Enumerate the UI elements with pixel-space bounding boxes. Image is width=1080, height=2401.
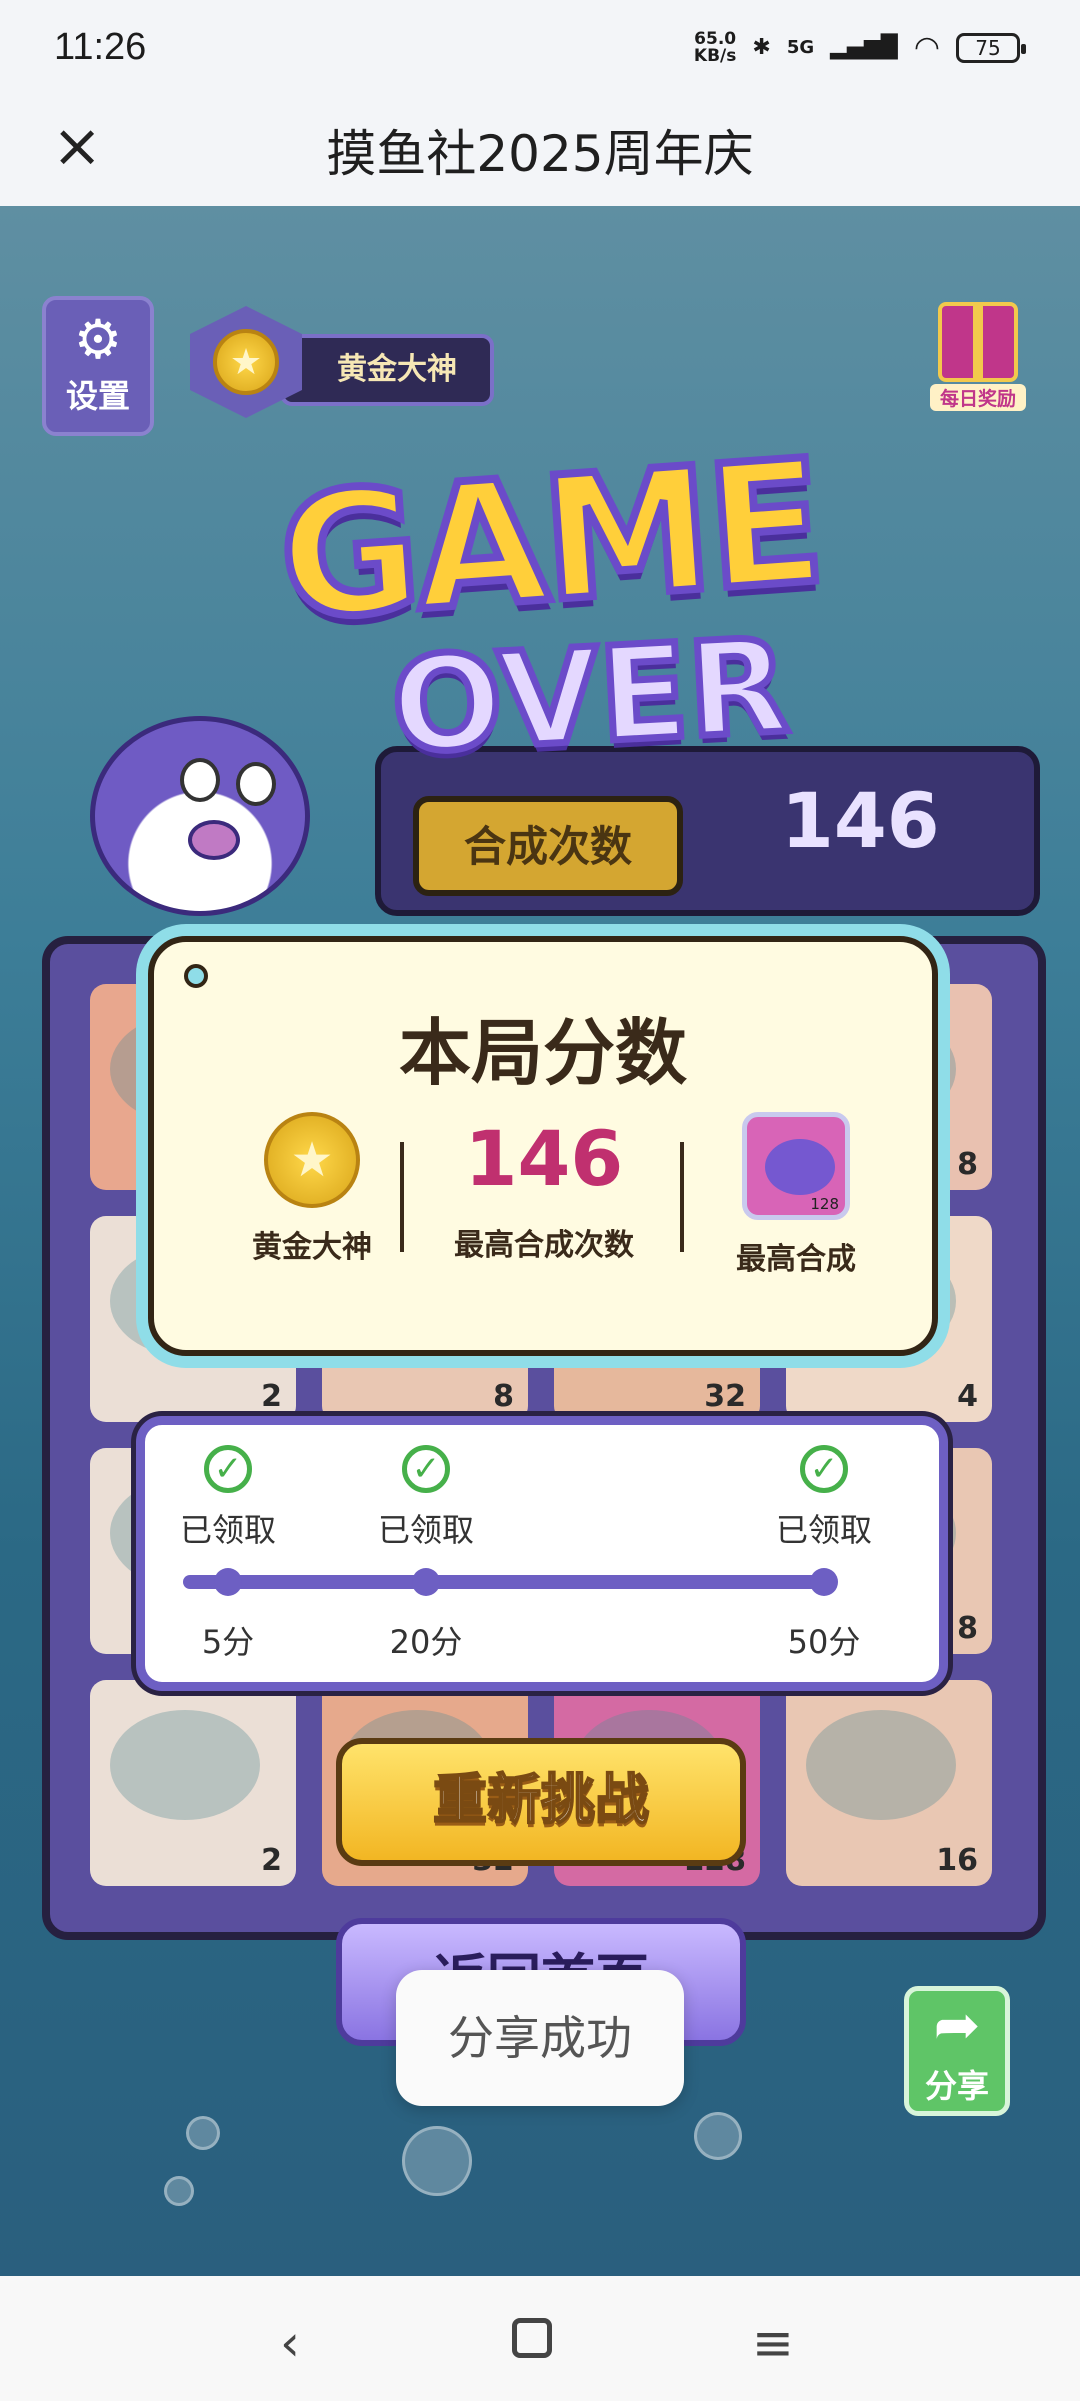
score-max-merge-column: 128 最高合成: [666, 1112, 926, 1278]
column-divider: [400, 1142, 404, 1252]
progress-knob: [810, 1568, 838, 1596]
milestone-points: 5分: [201, 1623, 255, 1661]
max-merge-tile-value: 128: [810, 1195, 839, 1213]
check-icon: ✓: [402, 1445, 450, 1493]
reward-progress: ✓ 已领取 ✓ 已领取 ✓ 已领取 5分 20分 50分: [136, 1416, 948, 1691]
pufferfish-icon: [765, 1139, 835, 1195]
milestone-20[interactable]: ✓ 已领取: [351, 1445, 501, 1551]
retry-button[interactable]: 重新挑战: [336, 1738, 746, 1866]
max-merge-tile: 128: [742, 1112, 850, 1220]
milestone-status: 已领取: [377, 1511, 474, 1549]
net-speed-value: 65.0: [694, 28, 737, 49]
check-icon: ✓: [204, 1445, 252, 1493]
progress-knob: [214, 1568, 242, 1596]
score-merges-column: 146 最高合成次数: [414, 1112, 674, 1264]
system-nav-bar: ‹ ≡: [0, 2276, 1080, 2401]
settings-button[interactable]: ⚙ 设置: [42, 296, 154, 436]
bubble-decoration: [164, 2176, 194, 2206]
max-merges-label: 最高合成次数: [454, 1228, 634, 1263]
battery-icon: 75: [956, 32, 1026, 63]
menu-icon[interactable]: ≡: [752, 2314, 794, 2372]
tile-value: 32: [704, 1379, 746, 1414]
back-icon[interactable]: ‹: [280, 2314, 300, 2372]
milestone-50[interactable]: ✓ 已领取: [749, 1445, 899, 1551]
gear-icon: ⚙: [73, 308, 123, 371]
board-tile: 2: [90, 1680, 296, 1886]
max-merges-value: 146: [464, 1114, 624, 1203]
game-area: ⚙ 设置 黄金大神 ★ 每日奖励 合成次数 146 GAME OVER 8 2 8 3…: [0, 206, 1080, 2276]
max-merge-label: 最高合成: [736, 1242, 856, 1277]
toast-message: 分享成功: [396, 1970, 684, 2106]
progress-track: [183, 1575, 833, 1589]
rank-title: 黄金大神: [280, 334, 494, 406]
home-icon[interactable]: [512, 2318, 552, 2358]
share-arrow-icon: ➦: [933, 1993, 981, 2058]
pufferfish-mouth: [188, 820, 240, 860]
rank-badge: 黄金大神 ★: [190, 306, 510, 418]
net-speed-unit: KB/s: [693, 45, 737, 66]
tile-value: 8: [957, 1611, 978, 1646]
score-card-heading: 本局分数: [398, 1011, 687, 1095]
network-label: 5G: [786, 37, 815, 58]
title-bar: × 摸鱼社2025周年庆: [0, 100, 1080, 206]
card-rivet: [184, 964, 208, 988]
tile-value: 8: [493, 1379, 514, 1414]
page-title: 摸鱼社2025周年庆: [326, 125, 754, 183]
bubble-decoration: [694, 2112, 742, 2160]
bluetooth-icon: ✱: [752, 35, 771, 60]
wifi-icon: ◠: [913, 30, 940, 65]
merge-counter-label: 合成次数: [413, 796, 683, 896]
net-speed: 65.0 KB/s: [693, 28, 737, 66]
milestone-status: 已领取: [179, 1511, 276, 1549]
settings-label: 设置: [65, 377, 130, 415]
check-icon: ✓: [800, 1445, 848, 1493]
tile-value: 16: [936, 1843, 978, 1878]
tile-value: 2: [261, 1843, 282, 1878]
status-icons: 65.0 KB/s ✱ 5G ▂▄▆█ ◠ 75: [693, 28, 1026, 66]
tile-value: 2: [261, 1379, 282, 1414]
tile-value: 4: [957, 1379, 978, 1414]
gift-icon: [938, 302, 1018, 382]
game-over-logo: GAME OVER: [200, 419, 900, 796]
share-button[interactable]: ➦ 分享: [904, 1986, 1010, 2116]
milestone-points: 20分: [389, 1623, 463, 1661]
gold-medal-icon: ★: [264, 1112, 360, 1208]
signal-icon: ▂▄▆█: [830, 35, 898, 60]
board-tile: 16: [786, 1680, 992, 1886]
fish-icon: [806, 1710, 956, 1820]
share-label: 分享: [924, 2067, 989, 2105]
milestone-status: 已领取: [775, 1511, 872, 1549]
milestone-5[interactable]: ✓ 已领取: [153, 1445, 303, 1551]
bubble-decoration: [402, 2126, 472, 2196]
fish-icon: [110, 1710, 260, 1820]
score-card: 本局分数 ★ 黄金大神 146 最高合成次数 128 最高合成: [148, 936, 938, 1356]
progress-knob: [412, 1568, 440, 1596]
tile-value: 8: [957, 1147, 978, 1182]
bubble-decoration: [186, 2116, 220, 2150]
daily-reward-label: 每日奖励: [930, 384, 1026, 411]
status-bar: 11:26 65.0 KB/s ✱ 5G ▂▄▆█ ◠ 75: [0, 0, 1080, 100]
gold-medal-icon: ★: [213, 329, 279, 395]
daily-reward-button[interactable]: 每日奖励: [930, 302, 1026, 432]
milestone-points: 50分: [787, 1623, 861, 1661]
status-time: 11:26: [54, 26, 147, 68]
